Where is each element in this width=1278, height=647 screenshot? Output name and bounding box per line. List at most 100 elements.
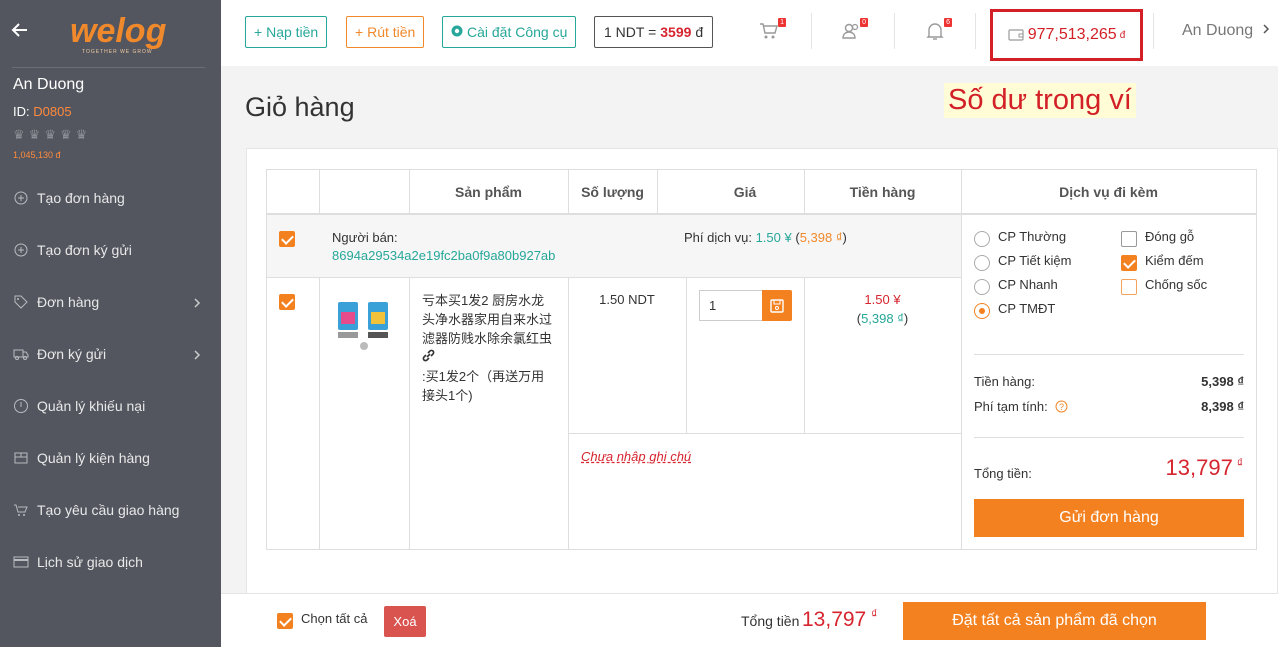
user-id: ID: D0805 xyxy=(13,104,72,119)
wallet-balance[interactable]: 977,513,265 đ xyxy=(990,9,1143,61)
sidebar-item-lich-su-giao-dich[interactable]: Lịch sử giao dịch xyxy=(0,536,221,588)
service-fee-label: Phí dịch vụ: xyxy=(684,230,752,245)
star-icon: ♛ xyxy=(59,127,72,142)
product-name[interactable]: 亏本买1发2 厨房水龙 头净水器家用自来水过 滤器防贱水除余氯红虫 xyxy=(422,291,552,348)
product-name-line: 滤器防贱水除余氯红虫 xyxy=(422,331,553,346)
sidebar-item-label: Quản lý khiếu nại xyxy=(37,398,146,414)
package-icon xyxy=(13,450,29,466)
phi-tam-tinh-value: 8,398 ₫ xyxy=(1201,399,1244,414)
sidebar-item-label: Lịch sử giao dịch xyxy=(37,554,143,570)
item-price-cny: 1.50 ¥ xyxy=(864,292,901,307)
shipping-label: CP Tiết kiệm xyxy=(998,253,1072,268)
quantity-input[interactable] xyxy=(699,290,762,321)
plus-icon: + xyxy=(355,24,368,40)
sidebar-item-tao-yeu-cau-giao-hang[interactable]: Tạo yêu cầu giao hàng xyxy=(0,484,221,536)
note-link[interactable]: Chưa nhập ghi chú xyxy=(581,449,691,464)
product-image[interactable] xyxy=(334,292,396,352)
sidebar-item-tao-don-ky-gui[interactable]: Tạo đơn ký gửi xyxy=(0,224,221,276)
shipping-label: CP TMĐT xyxy=(998,301,1056,316)
tong-tien-label: Tổng tiền: xyxy=(974,466,1032,481)
product-variant-line: :买1发2个（再送万用 xyxy=(422,369,545,384)
table-border xyxy=(266,549,1257,550)
chevron-right-icon xyxy=(193,296,201,312)
back-arrow-icon[interactable] xyxy=(10,20,30,40)
item-price-vnd-wrap: (5,398 ₫) xyxy=(856,311,909,326)
shipping-radio-cp-tmdt[interactable] xyxy=(974,303,990,319)
product-variant-line: 接头1个) xyxy=(422,388,473,403)
service-checkbox-chong-soc[interactable] xyxy=(1121,279,1137,295)
nap-tien-label: Nạp tiền xyxy=(266,24,319,40)
chrome-icon xyxy=(451,24,463,40)
table-border xyxy=(568,433,961,434)
star-icon: ♛ xyxy=(13,127,25,142)
users-badge: 0 xyxy=(860,18,868,27)
cart-icon xyxy=(13,502,29,518)
rate-value: 3599 xyxy=(660,24,692,40)
delete-button[interactable]: Xoá xyxy=(384,606,426,637)
help-icon[interactable]: ? xyxy=(1055,400,1068,416)
header-user-menu[interactable]: An Duong xyxy=(1182,22,1270,40)
sidebar-item-don-hang[interactable]: Đơn hàng xyxy=(0,276,221,328)
truck-icon xyxy=(13,346,29,362)
footer-total: 13,797 ₫ xyxy=(802,607,877,632)
svg-text:TOGETHER WE GROW: TOGETHER WE GROW xyxy=(82,49,153,55)
cart-icon[interactable]: 1 xyxy=(758,18,786,44)
shipping-radio-cp-thuong[interactable] xyxy=(974,231,990,247)
user-balance: 1,045,130 đ xyxy=(13,150,61,160)
welog-logo[interactable]: welog TOGETHER WE GROW xyxy=(68,8,168,58)
sidebar-item-label: Tạo đơn hàng xyxy=(37,190,125,206)
quantity-stepper xyxy=(699,290,792,321)
sidebar-item-tao-don-hang[interactable]: Tạo đơn hàng xyxy=(0,172,221,224)
top-bar: + Nạp tiền + Rút tiền Cài đặt Công cụ 1 … xyxy=(221,0,1278,66)
sidebar-item-don-ky-gui[interactable]: Đơn ký gửi xyxy=(0,328,221,380)
phi-tam-tinh-label: Phí tạm tính: ? xyxy=(974,399,1068,416)
footer-total-label: Tổng tiền xyxy=(741,613,800,629)
service-checkbox-dong-go[interactable] xyxy=(1121,231,1137,247)
footer-total-value: 13,797 xyxy=(802,608,867,631)
rut-tien-button[interactable]: + Rút tiền xyxy=(346,16,425,48)
service-checkbox-kiem-dem[interactable] xyxy=(1121,255,1137,271)
sidebar-item-quan-ly-khieu-nai[interactable]: Quản lý khiếu nại xyxy=(0,380,221,432)
order-all-button[interactable]: Đặt tất cả sản phẩm đã chọn xyxy=(903,602,1206,640)
shipping-radio-cp-nhanh[interactable] xyxy=(974,279,990,295)
rating-stars: ♛ ♛ ♛ ♛ ♛ xyxy=(13,127,87,143)
sidebar-item-label: Đơn ký gửi xyxy=(37,346,107,362)
cai-dat-cong-cu-button[interactable]: Cài đặt Công cụ xyxy=(442,16,577,48)
service-fee: Phí dịch vụ: 1.50 ¥ (5,398 ₫) xyxy=(684,230,847,245)
summary-divider xyxy=(974,354,1244,355)
header-san-pham: Sản phẩm xyxy=(455,184,522,200)
select-all-checkbox[interactable] xyxy=(277,613,293,629)
bell-icon[interactable]: 6 xyxy=(924,18,952,44)
product-variant: :买1发2个（再送万用 接头1个) xyxy=(422,367,544,405)
rut-tien-label: Rút tiền xyxy=(367,24,416,40)
seller-checkbox[interactable] xyxy=(279,231,295,247)
shipping-radio-cp-tiet-kiem[interactable] xyxy=(974,255,990,271)
sidebar-item-label: Tạo yêu cầu giao hàng xyxy=(37,502,180,518)
product-checkbox[interactable] xyxy=(279,294,295,310)
header-gia: Giá xyxy=(733,184,757,200)
link-icon[interactable] xyxy=(422,349,435,365)
select-all-label[interactable]: Chọn tất cả xyxy=(301,611,368,626)
seller-row-bg xyxy=(267,215,961,277)
service-fee-vnd: 5,398 ₫ xyxy=(799,230,843,245)
users-icon[interactable]: 0 xyxy=(840,18,868,44)
rate-prefix: 1 NDT = xyxy=(604,24,657,40)
exchange-rate: 1 NDT = 3599 đ xyxy=(594,16,714,48)
save-quantity-button[interactable] xyxy=(762,290,792,321)
table-border xyxy=(657,169,658,214)
nap-tien-button[interactable]: + Nạp tiền xyxy=(245,16,328,48)
product-name-line: 亏本买1发2 厨房水龙 xyxy=(422,293,545,308)
header-divider xyxy=(975,13,976,49)
gui-don-hang-button[interactable]: Gửi đơn hàng xyxy=(974,499,1244,537)
sidebar-item-label: Tạo đơn ký gửi xyxy=(37,242,132,258)
svg-text:?: ? xyxy=(1059,402,1064,412)
user-id-label: ID: xyxy=(13,104,30,119)
header-tien-hang: Tiền hàng xyxy=(849,184,916,200)
header-divider xyxy=(1153,13,1154,49)
tong-tien-amount: 13,797 xyxy=(1165,455,1233,480)
table-border xyxy=(266,277,961,278)
tong-tien-currency: ₫ xyxy=(1236,455,1243,470)
sidebar-item-quan-ly-kien-hang[interactable]: Quản lý kiện hàng xyxy=(0,432,221,484)
seller-id[interactable]: 8694a29534a2e19fc2ba0f9a80b927ab xyxy=(332,248,555,263)
user-name: An Duong xyxy=(13,76,85,93)
